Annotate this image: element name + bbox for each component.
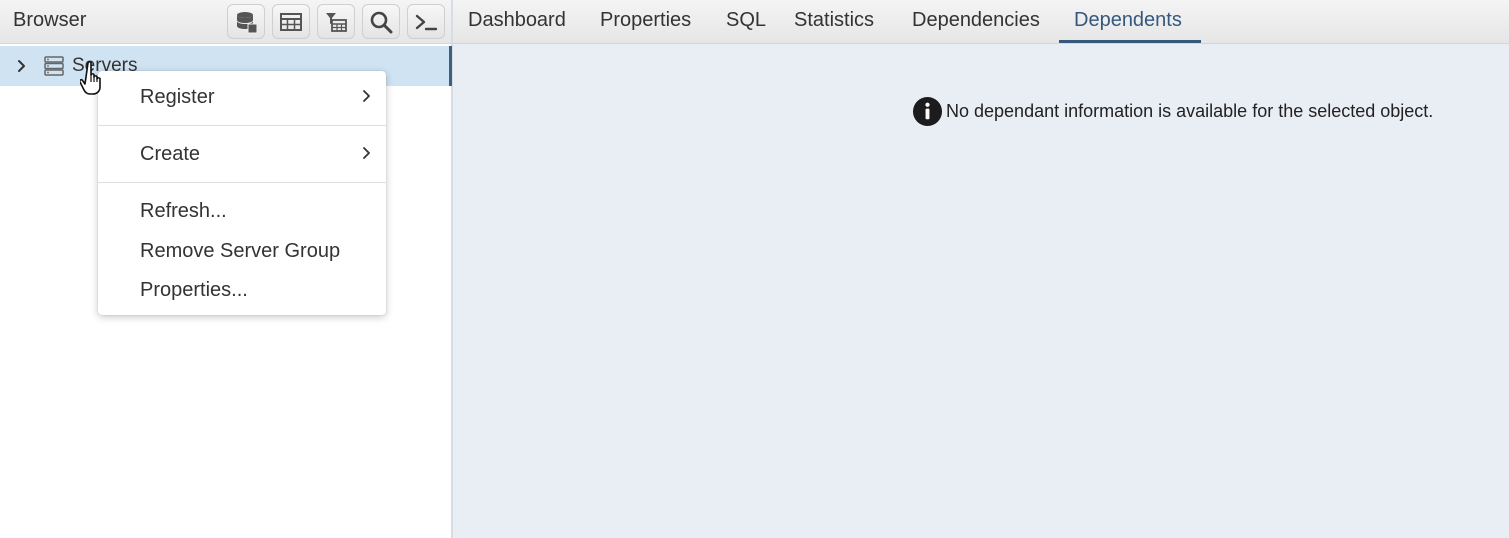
info-message: No dependant information is available fo… bbox=[912, 96, 1433, 126]
content-panel: Dashboard Properties SQL Statistics Depe… bbox=[453, 0, 1509, 538]
tab-dashboard[interactable]: Dashboard bbox=[468, 9, 566, 32]
active-tab-indicator bbox=[1059, 40, 1201, 43]
server-group-icon bbox=[44, 56, 64, 76]
info-text: No dependant information is available fo… bbox=[946, 100, 1434, 121]
tab-bar: Dashboard Properties SQL Statistics Depe… bbox=[453, 0, 1509, 44]
chevron-right-icon bbox=[363, 147, 370, 159]
query-tool-button[interactable] bbox=[227, 4, 265, 39]
info-icon bbox=[912, 96, 943, 126]
menu-item-label: Properties... bbox=[140, 279, 248, 301]
menu-divider bbox=[98, 182, 386, 183]
search-objects-button[interactable] bbox=[362, 4, 400, 39]
filtered-table-icon bbox=[326, 12, 347, 32]
terminal-icon bbox=[415, 14, 438, 30]
browser-header: Browser bbox=[0, 0, 452, 44]
filtered-rows-button[interactable] bbox=[317, 4, 355, 39]
tab-statistics[interactable]: Statistics bbox=[794, 9, 874, 32]
menu-item-label: Remove Server Group bbox=[140, 240, 341, 262]
tab-dependencies[interactable]: Dependencies bbox=[912, 9, 1040, 32]
menu-item-refresh[interactable]: Refresh... bbox=[98, 191, 386, 229]
menu-divider bbox=[98, 125, 386, 126]
menu-item-properties[interactable]: Properties... bbox=[98, 270, 386, 308]
tab-dependents[interactable]: Dependents bbox=[1074, 9, 1182, 32]
browser-title: Browser bbox=[13, 9, 87, 31]
tab-properties[interactable]: Properties bbox=[600, 9, 691, 32]
selection-accent bbox=[449, 46, 452, 86]
context-menu: Register Create Refresh... Remove Server… bbox=[98, 71, 386, 315]
app-window: Browser Servers Dashboard Properties SQL… bbox=[0, 0, 1509, 538]
psql-tool-button[interactable] bbox=[407, 4, 445, 39]
search-icon bbox=[370, 11, 393, 33]
view-data-button[interactable] bbox=[272, 4, 310, 39]
menu-item-label: Refresh... bbox=[140, 200, 227, 222]
menu-item-label: Create bbox=[140, 143, 201, 165]
chevron-right-icon bbox=[363, 90, 370, 102]
menu-item-create[interactable]: Create bbox=[98, 134, 386, 172]
table-icon bbox=[280, 12, 302, 31]
hand-cursor-icon bbox=[80, 61, 101, 95]
database-icon bbox=[237, 11, 258, 33]
menu-item-label: Register bbox=[140, 86, 215, 108]
menu-item-remove-server-group[interactable]: Remove Server Group bbox=[98, 231, 386, 269]
menu-item-register[interactable]: Register bbox=[98, 77, 386, 115]
tab-sql[interactable]: SQL bbox=[726, 9, 766, 32]
chevron-right-icon[interactable] bbox=[14, 58, 30, 74]
